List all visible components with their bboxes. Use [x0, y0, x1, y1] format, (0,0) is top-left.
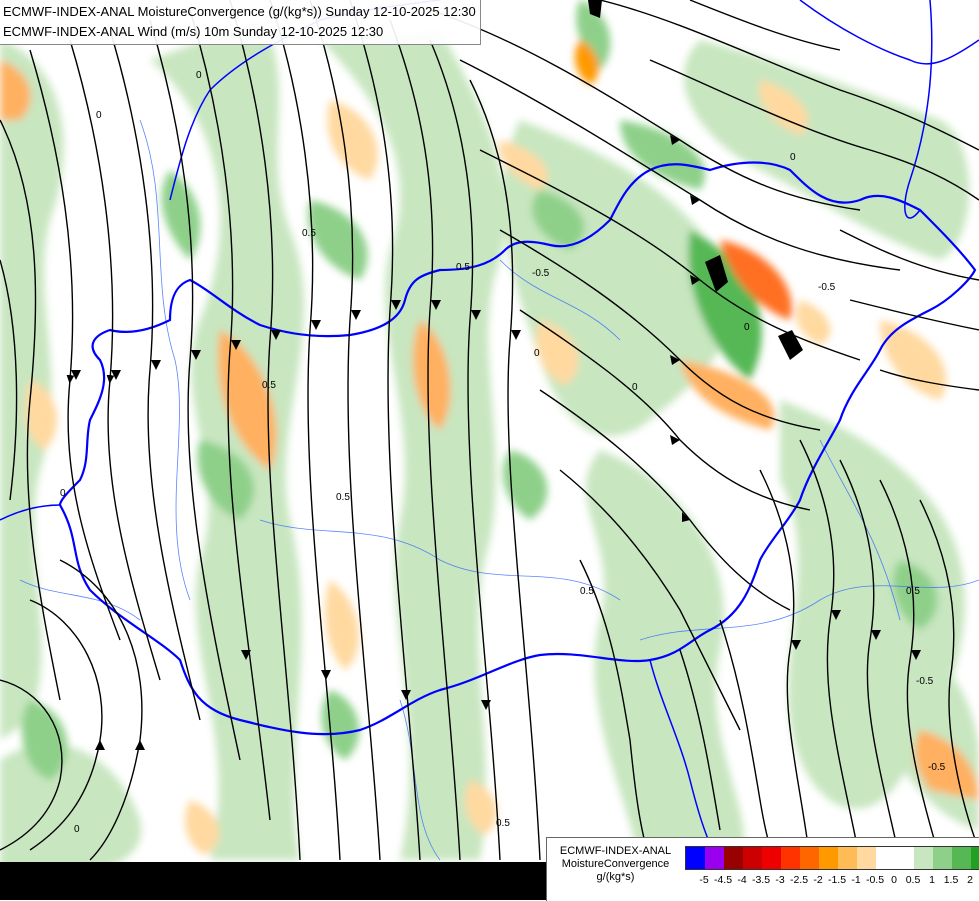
legend-tick-label: 2: [967, 874, 973, 886]
legend-tick-label: -4: [737, 874, 747, 886]
legend-swatch: [876, 847, 895, 869]
contour-label: 0: [96, 110, 102, 121]
legend-tick-label: -5: [699, 874, 709, 886]
contour-label: 0.5: [456, 262, 470, 273]
contour-label: -0.5: [928, 762, 946, 773]
legend-tick-label: -0.5: [865, 874, 885, 886]
legend-tick-label: -3.5: [751, 874, 771, 886]
legend-swatch: [952, 847, 971, 869]
legend-swatch: [971, 847, 979, 869]
contour-label: 0: [196, 70, 202, 81]
contour-label: 0.5: [580, 586, 594, 597]
legend-swatch: [781, 847, 800, 869]
legend-tick-labels: -5 -4.5 -4 -3.5 -3 -2.5 -2 -1.5 -1 -0.5 0 0.5 1 1.5 2: [685, 874, 975, 888]
contour-label: 0: [632, 382, 638, 393]
legend-tick-label: 1.5: [943, 874, 959, 886]
map-outside-area: [0, 862, 546, 900]
legend-swatch: [686, 847, 705, 869]
legend-swatch: [800, 847, 819, 869]
moisture-convergence-title: ECMWF-INDEX-ANAL MoistureConvergence (g/…: [3, 4, 476, 19]
contour-label: 0.5: [906, 586, 920, 597]
contour-label: 0: [60, 488, 66, 499]
contour-label: -0.5: [532, 268, 550, 279]
contour-label: 0: [74, 824, 80, 835]
legend-swatch: [762, 847, 781, 869]
legend-parameter: MoistureConvergence: [561, 858, 670, 870]
legend-color-scale: [685, 846, 979, 870]
legend-tick-label: 0: [891, 874, 897, 886]
legend-title: ECMWF-INDEX-ANAL MoistureConvergence g/(…: [547, 845, 684, 884]
legend-swatch: [724, 847, 743, 869]
legend-tick-label: -1: [851, 874, 861, 886]
weather-map: 0 0.5 -0.5 0 0.5 0 0.5 0 -0.5 0 0.5 0 0.…: [0, 0, 979, 900]
legend-tick-label: -1.5: [827, 874, 847, 886]
legend-swatch: [743, 847, 762, 869]
legend-swatch: [914, 847, 933, 869]
contour-label: 0: [534, 348, 540, 359]
legend-tick-label: 1: [929, 874, 935, 886]
legend-model: ECMWF-INDEX-ANAL: [559, 845, 672, 857]
legend-swatch: [895, 847, 914, 869]
legend-tick-label: -2: [813, 874, 823, 886]
contour-label: 0.5: [262, 380, 276, 391]
legend-swatch: [705, 847, 724, 869]
contour-label: -0.5: [916, 676, 934, 687]
contour-label: -0.5: [818, 282, 836, 293]
legend-unit: g/(kg*s): [596, 871, 635, 883]
legend-tick-label: -3: [775, 874, 785, 886]
contour-label: 0.5: [302, 228, 316, 239]
contour-label: 0: [790, 152, 796, 163]
legend-swatch: [857, 847, 876, 869]
contour-label: 0: [744, 322, 750, 333]
wind-title: ECMWF-INDEX-ANAL Wind (m/s) 10m Sunday 1…: [3, 24, 384, 39]
legend-tick-label: -2.5: [789, 874, 809, 886]
legend-swatch: [838, 847, 857, 869]
color-legend: ECMWF-INDEX-ANAL MoistureConvergence g/(…: [546, 837, 979, 901]
legend-tick-label: 0.5: [905, 874, 921, 886]
contour-label: 0.5: [336, 492, 350, 503]
legend-tick-label: -4.5: [713, 874, 733, 886]
legend-swatch: [819, 847, 838, 869]
contour-label: 0.5: [496, 818, 510, 829]
legend-swatch: [933, 847, 952, 869]
map-header: ECMWF-INDEX-ANAL MoistureConvergence (g/…: [0, 0, 481, 45]
